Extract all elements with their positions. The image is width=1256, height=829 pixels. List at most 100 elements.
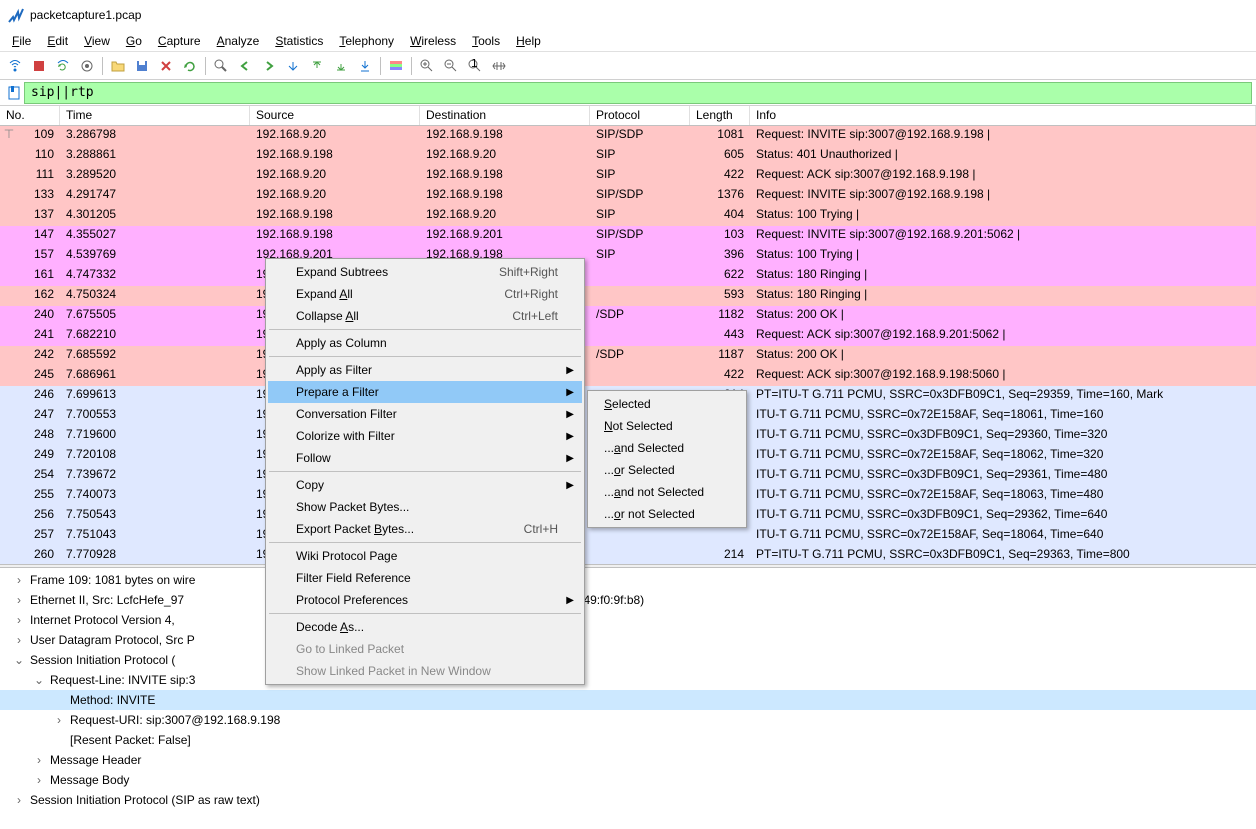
packet-row[interactable]: 1614.747332192622Status: 180 Ringing | <box>0 266 1256 286</box>
reload-button[interactable] <box>179 55 201 77</box>
ctx-decode-as-[interactable]: Decode As... <box>268 616 582 638</box>
ctx-apply-as-filter[interactable]: Apply as Filter▶ <box>268 359 582 381</box>
menu-wireless[interactable]: Wireless <box>402 32 464 50</box>
ctx-expand-all[interactable]: Expand AllCtrl+Right <box>268 283 582 305</box>
menu-telephony[interactable]: Telephony <box>331 32 402 50</box>
tree-toggle-icon[interactable]: › <box>32 753 46 767</box>
ctx-prepare-a-filter[interactable]: Prepare a Filter▶ <box>268 381 582 403</box>
col-proto[interactable]: Protocol <box>590 106 690 125</box>
go-last-button[interactable] <box>330 55 352 77</box>
sub--or-not-selected[interactable]: ...or not Selected <box>590 503 744 525</box>
tree-node[interactable]: ›Message Header <box>0 750 1256 770</box>
packet-row[interactable]: 1624.750324192593Status: 180 Ringing | <box>0 286 1256 306</box>
tree-node[interactable]: ›Session Initiation Protocol (SIP as raw… <box>0 790 1256 810</box>
packet-row[interactable]: 1374.301205192.168.9.198192.168.9.20SIP4… <box>0 206 1256 226</box>
col-time[interactable]: Time <box>60 106 250 125</box>
save-file-button[interactable] <box>131 55 153 77</box>
tree-toggle-icon[interactable]: › <box>12 793 26 807</box>
menu-edit[interactable]: Edit <box>39 32 76 50</box>
filter-bookmark-icon[interactable] <box>4 83 24 103</box>
go-back-button[interactable] <box>234 55 256 77</box>
tree-node[interactable]: [Resent Packet: False] <box>0 730 1256 750</box>
packet-row[interactable]: 2607.770928192214PT=ITU-T G.711 PCMU, SS… <box>0 546 1256 564</box>
ctx-copy[interactable]: Copy▶ <box>268 474 582 496</box>
tree-node[interactable]: ›Message Body <box>0 770 1256 790</box>
zoom-in-button[interactable] <box>416 55 438 77</box>
tree-node[interactable]: Method: INVITE <box>0 690 1256 710</box>
col-no[interactable]: No. <box>0 106 60 125</box>
context-menu[interactable]: Expand SubtreesShift+RightExpand AllCtrl… <box>265 258 585 685</box>
tree-toggle-icon[interactable]: › <box>12 573 26 587</box>
col-len[interactable]: Length <box>690 106 750 125</box>
tree-toggle-icon[interactable]: › <box>12 613 26 627</box>
packet-row[interactable]: 2417.682210192443Request: ACK sip:3007@1… <box>0 326 1256 346</box>
stop-capture-button[interactable] <box>28 55 50 77</box>
context-submenu[interactable]: SelectedNot Selected...and Selected...or… <box>587 390 747 528</box>
display-filter-input[interactable] <box>24 82 1252 104</box>
ctx-expand-subtrees[interactable]: Expand SubtreesShift+Right <box>268 261 582 283</box>
ctx-collapse-all[interactable]: Collapse AllCtrl+Left <box>268 305 582 327</box>
open-file-button[interactable] <box>107 55 129 77</box>
packet-row[interactable]: ⊤1093.286798192.168.9.20192.168.9.198SIP… <box>0 126 1256 146</box>
packet-row[interactable]: 2457.686961192422Request: ACK sip:3007@1… <box>0 366 1256 386</box>
auto-scroll-button[interactable] <box>354 55 376 77</box>
sub--and-selected[interactable]: ...and Selected <box>590 437 744 459</box>
capture-options-button[interactable] <box>76 55 98 77</box>
menu-help[interactable]: Help <box>508 32 549 50</box>
tree-node[interactable]: ⌄Request-Line: INVITE sip:3 <box>0 670 1256 690</box>
col-info[interactable]: Info <box>750 106 1256 125</box>
menu-tools[interactable]: Tools <box>464 32 508 50</box>
go-to-packet-button[interactable] <box>282 55 304 77</box>
go-first-button[interactable] <box>306 55 328 77</box>
packet-row[interactable]: 2577.751043192ITU-T G.711 PCMU, SSRC=0x7… <box>0 526 1256 546</box>
ctx-colorize-with-filter[interactable]: Colorize with Filter▶ <box>268 425 582 447</box>
tree-toggle-icon[interactable]: › <box>12 633 26 647</box>
ctx-filter-field-reference[interactable]: Filter Field Reference <box>268 567 582 589</box>
tree-node[interactable]: ›Request-URI: sip:3007@192.168.9.198 <box>0 710 1256 730</box>
packet-row[interactable]: 2427.685592192/SDP1187Status: 200 OK | <box>0 346 1256 366</box>
zoom-out-button[interactable] <box>440 55 462 77</box>
start-capture-button[interactable] <box>4 55 26 77</box>
tree-node[interactable]: ›Internet Protocol Version 4, <box>0 610 1256 630</box>
ctx-wiki-protocol-page[interactable]: Wiki Protocol Page <box>268 545 582 567</box>
find-button[interactable] <box>210 55 232 77</box>
packet-row[interactable]: 1103.288861192.168.9.198192.168.9.20SIP6… <box>0 146 1256 166</box>
tree-node[interactable]: ›Ethernet II, Src: LcfcHefe_97f0:9f:b8 (… <box>0 590 1256 610</box>
sub-not-selected[interactable]: Not Selected <box>590 415 744 437</box>
zoom-reset-button[interactable]: 1 <box>464 55 486 77</box>
tree-toggle-icon[interactable]: ⌄ <box>32 673 46 687</box>
ctx-conversation-filter[interactable]: Conversation Filter▶ <box>268 403 582 425</box>
packet-row[interactable]: 1334.291747192.168.9.20192.168.9.198SIP/… <box>0 186 1256 206</box>
packet-row[interactable]: 1113.289520192.168.9.20192.168.9.198SIP4… <box>0 166 1256 186</box>
sub--or-selected[interactable]: ...or Selected <box>590 459 744 481</box>
menu-statistics[interactable]: Statistics <box>267 32 331 50</box>
tree-toggle-icon[interactable]: › <box>52 713 66 727</box>
ctx-apply-as-column[interactable]: Apply as Column <box>268 332 582 354</box>
packet-row[interactable]: 1574.539769192.168.9.201192.168.9.198SIP… <box>0 246 1256 266</box>
close-file-button[interactable] <box>155 55 177 77</box>
colorize-button[interactable] <box>385 55 407 77</box>
go-forward-button[interactable] <box>258 55 280 77</box>
menu-capture[interactable]: Capture <box>150 32 209 50</box>
menu-view[interactable]: View <box>76 32 118 50</box>
tree-toggle-icon[interactable]: › <box>32 773 46 787</box>
packet-details-pane[interactable]: ›Frame 109: 1081 bytes on wireits)›Ether… <box>0 568 1256 828</box>
col-dst[interactable]: Destination <box>420 106 590 125</box>
menu-analyze[interactable]: Analyze <box>209 32 268 50</box>
tree-node[interactable]: ›Frame 109: 1081 bytes on wireits) <box>0 570 1256 590</box>
tree-node[interactable]: ›User Datagram Protocol, Src P <box>0 630 1256 650</box>
ctx-show-packet-bytes-[interactable]: Show Packet Bytes... <box>268 496 582 518</box>
tree-toggle-icon[interactable]: ⌄ <box>12 653 26 667</box>
packet-list-header[interactable]: No. Time Source Destination Protocol Len… <box>0 106 1256 126</box>
tree-node[interactable]: ⌄Session Initiation Protocol ( <box>0 650 1256 670</box>
ctx-follow[interactable]: Follow▶ <box>268 447 582 469</box>
ctx-protocol-preferences[interactable]: Protocol Preferences▶ <box>268 589 582 611</box>
tree-toggle-icon[interactable]: › <box>12 593 26 607</box>
ctx-export-packet-bytes-[interactable]: Export Packet Bytes...Ctrl+H <box>268 518 582 540</box>
menu-file[interactable]: File <box>4 32 39 50</box>
restart-capture-button[interactable] <box>52 55 74 77</box>
col-src[interactable]: Source <box>250 106 420 125</box>
sub--and-not-selected[interactable]: ...and not Selected <box>590 481 744 503</box>
packet-row[interactable]: 1474.355027192.168.9.198192.168.9.201SIP… <box>0 226 1256 246</box>
packet-row[interactable]: 2407.675505192/SDP1182Status: 200 OK | <box>0 306 1256 326</box>
